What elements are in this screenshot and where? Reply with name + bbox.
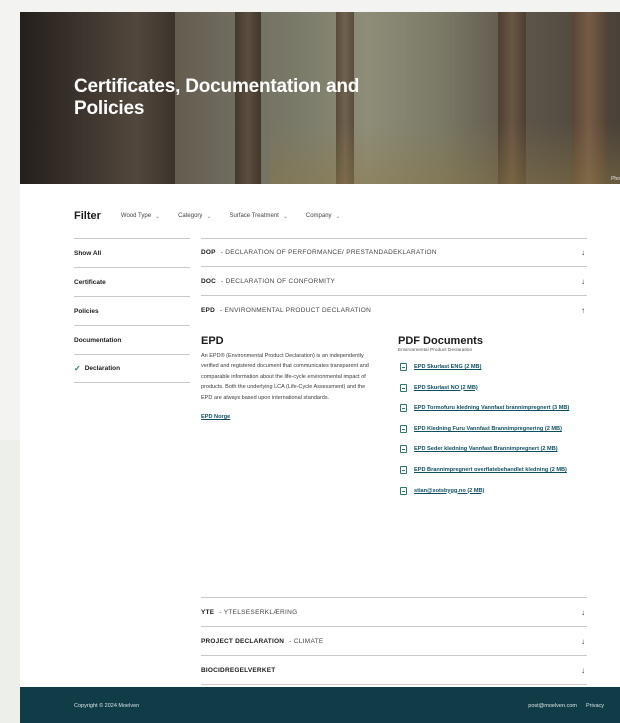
pdf-document-link[interactable]: stian@sotsbygg.no (2 MB) — [398, 486, 588, 497]
chevron-down-icon: ⌄ — [282, 213, 288, 220]
footer-links: post@moelven.com Privacy — [528, 703, 604, 709]
document-icon — [400, 445, 407, 454]
checkmark-icon: ✓ — [74, 364, 81, 373]
epd-description: An EPD® (Environmental Product Declarati… — [201, 353, 369, 401]
page: Certificates, Documentation and Policies… — [0, 0, 620, 723]
arrow-down-icon: ↓ — [581, 636, 585, 646]
accordion-code: DOC — [201, 277, 217, 285]
sidebar-item-label: Documentation — [74, 336, 122, 344]
accordion-description: - YTELSESERKLÆRING — [219, 608, 298, 616]
arrow-down-icon: ↓ — [581, 665, 585, 675]
sidebar-item-certificate[interactable]: Certificate — [74, 267, 190, 296]
accordion-description: - CLIMATE — [289, 637, 324, 645]
accordion-row-dop[interactable]: DOP - DECLARATION OF PERFORMANCE/ PRESTA… — [201, 238, 587, 267]
declaration-accordion: DOP - DECLARATION OF PERFORMANCE/ PRESTA… — [201, 238, 587, 685]
pdf-document-link[interactable]: EPD Kledning Furu Vannfast Brannimpregne… — [398, 424, 588, 435]
document-icon — [400, 465, 407, 474]
document-label: EPD Skurlast ENG (2 MB) — [414, 364, 482, 370]
document-label: EPD Skurlast NO (2 MB) — [414, 384, 478, 391]
accordion-row-project-declaration[interactable]: PROJECT DECLARATION - CLIMATE ↓ — [201, 627, 587, 656]
arrow-up-icon: ↑ — [581, 306, 585, 315]
filter-company-dropdown[interactable]: Company ⌄ — [306, 213, 341, 220]
epd-panel: EPD An EPD® (Environmental Product Decla… — [201, 325, 587, 598]
document-icon — [400, 486, 407, 495]
dropdown-label: Category — [178, 213, 203, 219]
sidebar-item-label: Certificate — [74, 278, 106, 286]
accordion-row-epd[interactable]: EPD - ENVIRONMENTAL PRODUCT DECLARATION … — [201, 296, 587, 325]
document-icon — [400, 404, 407, 413]
epd-norge-link[interactable]: EPD Norge — [201, 414, 230, 420]
chevron-down-icon: ⌄ — [206, 213, 212, 220]
photo-credit: Pho — [611, 176, 620, 182]
accordion-description: - DECLARATION OF CONFORMITY — [221, 277, 336, 285]
footer-copyright: Copyright © 2024 Moelven — [74, 703, 140, 709]
document-label: EPD Brannimpregnert overflatebehandlet k… — [414, 466, 567, 473]
chevron-down-icon: ⌄ — [155, 213, 161, 220]
accordion-code: BIOCIDREGELVERKET — [201, 666, 276, 674]
sidebar-item-label: Policies — [74, 307, 99, 315]
document-icon — [400, 363, 407, 371]
accordion-code: YTE — [201, 608, 215, 616]
sidebar-item-policies[interactable]: Policies — [74, 296, 190, 325]
dropdown-label: Company — [305, 213, 332, 219]
arrow-down-icon: ↓ — [581, 248, 585, 257]
footer-privacy-link[interactable]: Privacy — [586, 703, 604, 709]
background-panel — [0, 440, 20, 723]
accordion-description: - DECLARATION OF PERFORMANCE/ PRESTANDAD… — [220, 249, 437, 256]
foliage-image — [270, 122, 620, 184]
document-icon — [400, 424, 407, 433]
filter-bar: Filter Wood Type ⌄ Category ⌄ Surface Trea… — [74, 208, 359, 224]
chevron-down-icon: ⌄ — [335, 213, 341, 220]
dropdown-label: Wood Type — [120, 213, 152, 219]
pdf-document-link[interactable]: EPD Tormofuru kledning Vannfast brannimp… — [398, 403, 588, 414]
pdf-document-link[interactable]: EPD Skurlast NO (2 MB) — [398, 383, 588, 394]
sidebar-item-show-all[interactable]: Show All — [74, 238, 190, 267]
arrow-down-icon: ↓ — [581, 607, 585, 617]
hero-banner: Certificates, Documentation and Policies… — [20, 12, 620, 184]
pdf-document-link[interactable]: EPD Brannimpregnert overflatebehandlet k… — [398, 465, 588, 476]
content-card: Certificates, Documentation and Policies… — [20, 12, 620, 723]
accordion-description: - ENVIRONMENTAL PRODUCT DECLARATION — [219, 307, 372, 314]
sidebar-item-declaration[interactable]: ✓ Declaration — [74, 354, 190, 383]
footer-email-link[interactable]: post@moelven.com — [528, 703, 577, 709]
document-label: EPD Seder kledning Vannfast Brannimpregn… — [414, 446, 558, 453]
filter-wood-type-dropdown[interactable]: Wood Type ⌄ — [121, 213, 160, 220]
sidebar-item-documentation[interactable]: Documentation — [74, 325, 190, 354]
accordion-row-biocidregelverket[interactable]: BIOCIDREGELVERKET ↓ — [201, 656, 587, 685]
page-title: Certificates, Documentation and Policies — [74, 76, 360, 119]
pdf-documents-column: PDF Documents Environmental Product Decl… — [398, 335, 588, 506]
pdf-heading: PDF Documents — [398, 335, 483, 347]
pdf-subheading: Environmental Product Declaration — [398, 348, 473, 353]
pdf-document-link[interactable]: EPD Skurlast ENG (2 MB) — [398, 362, 588, 373]
accordion-row-yte[interactable]: YTE - YTELSESERKLÆRING ↓ — [201, 598, 587, 627]
sidebar-item-label: Declaration — [84, 365, 121, 372]
filter-title: Filter — [74, 210, 101, 222]
accordion-code: EPD — [201, 307, 215, 314]
dropdown-label: Surface Treatment — [229, 213, 279, 219]
document-label: stian@sotsbygg.no (2 MB) — [414, 487, 485, 494]
document-label: EPD Kledning Furu Vannfast Brannimpregne… — [414, 425, 562, 432]
filter-surface-treatment-dropdown[interactable]: Surface Treatment ⌄ — [229, 213, 287, 220]
accordion-row-doc[interactable]: DOC - DECLARATION OF CONFORMITY ↓ — [201, 267, 587, 296]
accordion-code: DOP — [201, 249, 216, 256]
epd-info-column: EPD An EPD® (Environmental Product Decla… — [201, 335, 369, 423]
accordion-code: PROJECT DECLARATION — [201, 637, 285, 645]
epd-heading: EPD — [201, 335, 224, 347]
filter-category-dropdown[interactable]: Category ⌄ — [178, 213, 211, 220]
document-label: EPD Tormofuru kledning Vannfast brannimp… — [414, 405, 570, 412]
arrow-down-icon: ↓ — [581, 276, 585, 286]
sidebar-item-label: Show All — [74, 249, 102, 257]
category-sidebar: Show All Certificate Policies Documentat… — [74, 238, 190, 383]
document-icon — [400, 383, 407, 392]
footer: Copyright © 2024 Moelven post@moelven.co… — [20, 687, 620, 723]
pdf-document-link[interactable]: EPD Seder kledning Vannfast Brannimpregn… — [398, 444, 588, 455]
